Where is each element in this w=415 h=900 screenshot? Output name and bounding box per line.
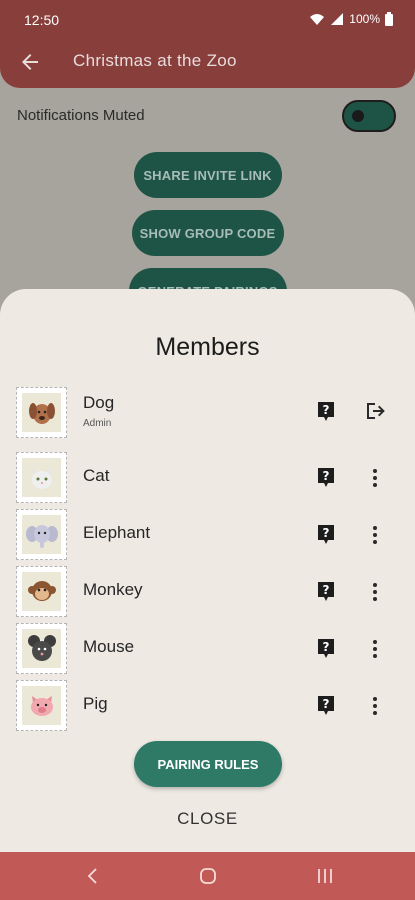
- cat-avatar-icon: [22, 458, 61, 497]
- svg-text:?: ?: [323, 640, 330, 654]
- pairing-help-icon[interactable]: ?: [316, 401, 336, 423]
- notifications-label: Notifications Muted: [17, 107, 145, 124]
- pairing-help-icon[interactable]: ?: [316, 467, 336, 489]
- member-row-pig[interactable]: Pig ?: [0, 680, 415, 732]
- back-arrow-icon[interactable]: [18, 50, 42, 74]
- nav-back-icon[interactable]: [81, 864, 105, 888]
- more-vert-icon[interactable]: [363, 580, 387, 604]
- member-row-mouse[interactable]: Mouse ?: [0, 623, 415, 675]
- pairing-help-icon[interactable]: ?: [316, 695, 336, 717]
- app-bar: Christmas at the Zoo: [0, 38, 415, 88]
- exit-icon[interactable]: [363, 399, 387, 423]
- wifi-icon: [310, 14, 325, 25]
- status-icons: 100%: [309, 12, 393, 26]
- toggle-knob: [352, 110, 364, 122]
- notifications-toggle[interactable]: [342, 100, 396, 132]
- page-title: Christmas at the Zoo: [73, 51, 237, 70]
- svg-text:?: ?: [323, 526, 330, 540]
- more-vert-icon[interactable]: [363, 466, 387, 490]
- nav-home-icon[interactable]: [196, 864, 220, 888]
- nav-recents-icon[interactable]: [313, 864, 337, 888]
- battery-percent: 100%: [349, 12, 380, 26]
- close-button[interactable]: CLOSE: [0, 809, 415, 829]
- svg-text:?: ?: [323, 583, 330, 597]
- avatar-pig: [16, 680, 67, 731]
- show-group-code-button[interactable]: SHOW GROUP CODE: [131, 210, 284, 256]
- group-settings-content: Notifications Muted SHARE INVITE LINK SH…: [0, 88, 415, 314]
- member-name: Monkey: [83, 580, 143, 599]
- system-nav-bar: [0, 852, 415, 900]
- pairing-rules-button[interactable]: PAIRING RULES: [134, 741, 282, 787]
- avatar-mouse: [16, 623, 67, 674]
- avatar-monkey: [16, 566, 67, 617]
- pairing-help-icon[interactable]: ?: [316, 581, 336, 603]
- avatar-dog: [16, 387, 67, 438]
- more-vert-icon[interactable]: [363, 523, 387, 547]
- member-row-monkey[interactable]: Monkey ?: [0, 566, 415, 618]
- member-row-dog[interactable]: Dog Admin ?: [0, 387, 415, 439]
- member-name: Cat: [83, 466, 110, 485]
- member-name: Elephant: [83, 523, 151, 542]
- svg-text:?: ?: [323, 697, 330, 711]
- avatar-cat: [16, 452, 67, 503]
- member-row-elephant[interactable]: Elephant ?: [0, 509, 415, 561]
- member-name: Pig: [83, 694, 108, 713]
- member-name: Dog: [83, 393, 115, 412]
- battery-icon: [385, 12, 393, 26]
- svg-text:?: ?: [323, 469, 330, 483]
- pig-avatar-icon: [22, 686, 61, 725]
- more-vert-icon[interactable]: [363, 637, 387, 661]
- member-row-cat[interactable]: Cat ?: [0, 452, 415, 504]
- status-time: 12:50: [24, 12, 60, 28]
- share-invite-link-button[interactable]: SHARE INVITE LINK: [133, 152, 282, 198]
- status-bar: 12:50 100%: [0, 0, 415, 40]
- sheet-title: Members: [155, 333, 260, 361]
- avatar-elephant: [16, 509, 67, 560]
- elephant-avatar-icon: [22, 515, 61, 554]
- dog-avatar-icon: [22, 393, 61, 432]
- pairing-help-icon[interactable]: ?: [316, 638, 336, 660]
- members-sheet: Members Dog Admin ? Cat ? Elephant ? Mon…: [0, 289, 415, 852]
- pairing-help-icon[interactable]: ?: [316, 524, 336, 546]
- svg-text:?: ?: [323, 403, 330, 417]
- signal-icon: [331, 13, 344, 25]
- monkey-avatar-icon: [22, 572, 61, 611]
- member-name: Mouse: [83, 637, 135, 656]
- mouse-avatar-icon: [22, 629, 61, 668]
- more-vert-icon[interactable]: [363, 694, 387, 718]
- member-role: Admin: [83, 418, 112, 429]
